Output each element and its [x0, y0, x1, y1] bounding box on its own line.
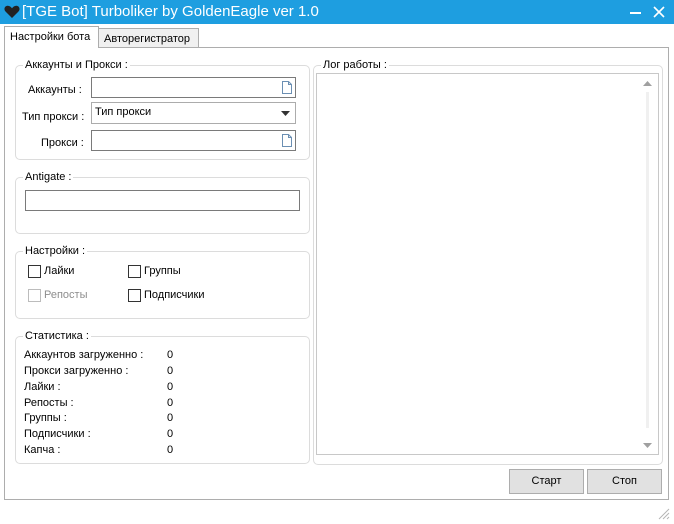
reposts-checkbox [28, 289, 41, 302]
tab-autoregistrator[interactable]: Авторегистратор [98, 28, 199, 48]
group-title: Лог работы : [321, 59, 389, 72]
stat-label-subscribers: Подписчики : [24, 428, 91, 440]
stat-label-captcha: Капча : [24, 444, 61, 456]
scroll-down-icon[interactable] [643, 443, 652, 448]
stat-label-likes: Лайки : [24, 381, 61, 393]
reposts-label: Репосты [44, 289, 88, 301]
group-title: Статистика : [23, 330, 91, 343]
accounts-field[interactable] [91, 77, 296, 98]
group-title: Настройки : [23, 245, 88, 258]
window-title: [TGE Bot] Turboliker by GoldenEagle ver … [22, 3, 319, 20]
stat-value-reposts: 0 [167, 397, 174, 409]
tab-label: Настройки бота [10, 31, 91, 43]
stat-value-captcha: 0 [167, 444, 174, 456]
settings-group: Настройки : [15, 245, 310, 319]
stat-label-proxy: Прокси загруженно : [24, 365, 129, 377]
likes-label: Лайки [44, 265, 75, 277]
proxy-type-select[interactable]: Тип прокси [91, 102, 296, 124]
groups-label: Группы [144, 265, 181, 277]
tab-label: Авторегистратор [104, 33, 191, 45]
file-icon[interactable] [282, 134, 292, 147]
close-icon [653, 6, 665, 18]
proxy-type-value: Тип прокси [95, 106, 152, 118]
likes-checkbox[interactable] [28, 265, 41, 278]
stat-label-groups: Группы : [24, 412, 67, 424]
subscribers-label: Подписчики [144, 289, 205, 301]
close-button[interactable] [648, 0, 672, 24]
start-button-label: Старт [531, 475, 562, 487]
proxy-label: Прокси : [41, 137, 84, 149]
stat-value-accounts: 0 [167, 349, 174, 361]
stop-button-label: Стоп [612, 475, 637, 487]
proxy-field[interactable] [91, 130, 296, 151]
scroll-up-icon[interactable] [643, 81, 652, 86]
accounts-label: Аккаунты : [28, 84, 82, 96]
stat-value-likes: 0 [167, 381, 174, 393]
resize-grip-icon[interactable] [656, 506, 670, 520]
start-button[interactable]: Старт [509, 469, 584, 494]
antigate-key-field[interactable] [25, 190, 300, 211]
log-textarea[interactable] [316, 73, 659, 455]
minimize-button[interactable] [624, 0, 648, 24]
group-title: Аккаунты и Прокси : [23, 59, 130, 72]
tab-bot-settings[interactable]: Настройки бота [4, 26, 99, 48]
chevron-down-icon [281, 111, 290, 116]
minimize-icon [630, 12, 641, 14]
stat-value-subscribers: 0 [167, 428, 174, 440]
stat-value-groups: 0 [167, 412, 174, 424]
stop-button[interactable]: Стоп [587, 469, 662, 494]
stat-label-accounts: Аккаунтов загруженно : [24, 349, 144, 361]
groups-checkbox[interactable] [128, 265, 141, 278]
title-bar: [TGE Bot] Turboliker by GoldenEagle ver … [0, 0, 674, 24]
stat-value-proxy: 0 [167, 365, 174, 377]
file-icon[interactable] [282, 81, 292, 94]
scrollbar-track[interactable] [646, 92, 649, 428]
stat-label-reposts: Репосты : [24, 397, 74, 409]
group-title: Antigate : [23, 171, 74, 184]
proxy-type-label: Тип прокси : [22, 111, 85, 123]
heart-icon [4, 5, 20, 19]
subscribers-checkbox[interactable] [128, 289, 141, 302]
